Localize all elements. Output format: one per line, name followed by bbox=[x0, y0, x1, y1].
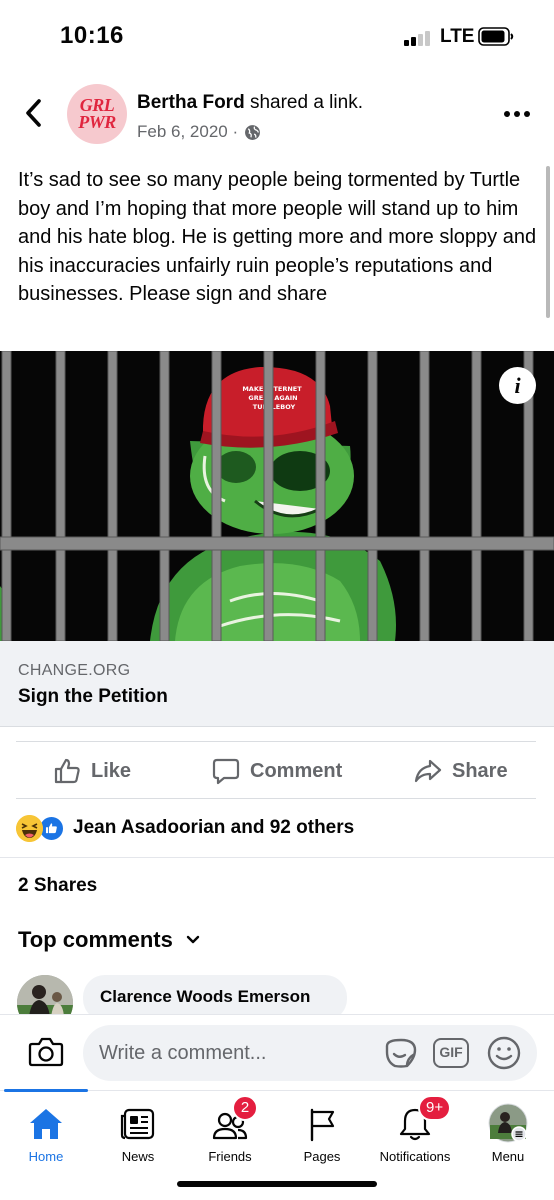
comment-input-container[interactable]: GIF bbox=[83, 1025, 537, 1081]
tab-notifications[interactable]: 9+ Notifications bbox=[368, 1091, 462, 1171]
thumbs-up-icon bbox=[54, 758, 80, 784]
tab-menu[interactable]: Menu bbox=[462, 1091, 554, 1171]
tab-pages[interactable]: Pages bbox=[276, 1091, 368, 1171]
author-line: Bertha Ford shared a link. bbox=[137, 92, 363, 114]
post-date-line: Feb 6, 2020 · bbox=[137, 122, 261, 142]
scrollbar[interactable] bbox=[546, 166, 550, 318]
divider bbox=[16, 798, 536, 799]
haha-reaction-icon bbox=[16, 814, 43, 842]
emoji-icon[interactable] bbox=[486, 1035, 522, 1071]
friends-badge: 2 bbox=[232, 1095, 258, 1121]
profile-menu-icon bbox=[488, 1103, 528, 1143]
home-icon bbox=[30, 1109, 62, 1139]
gif-button[interactable]: GIF bbox=[433, 1038, 469, 1068]
battery-icon bbox=[478, 27, 514, 46]
info-icon[interactable]: i bbox=[499, 367, 536, 404]
back-button[interactable] bbox=[20, 96, 50, 130]
home-indicator[interactable] bbox=[177, 1181, 377, 1187]
reactions-text: Jean Asadoorian and 92 others bbox=[73, 817, 355, 838]
post-date[interactable]: Feb 6, 2020 · bbox=[137, 122, 238, 142]
tab-menu-label: Menu bbox=[491, 1149, 525, 1164]
tab-home-label: Home bbox=[28, 1149, 64, 1164]
network-type: LTE bbox=[440, 26, 475, 47]
comment-author[interactable]: Clarence Woods Emerson bbox=[100, 987, 310, 1007]
hat-text-line3: TURTLEBOY bbox=[253, 403, 296, 411]
tab-news-label: News bbox=[121, 1149, 155, 1164]
top-comments-filter[interactable]: Top comments bbox=[18, 927, 201, 953]
comment-composer: GIF bbox=[0, 1014, 554, 1090]
author-name[interactable]: Bertha Ford bbox=[137, 92, 245, 113]
top-comments-label: Top comments bbox=[18, 927, 173, 952]
comment-input[interactable] bbox=[99, 1037, 369, 1069]
notifications-badge: 9+ bbox=[418, 1095, 452, 1121]
comment-label: Comment bbox=[250, 759, 343, 782]
globe-icon bbox=[245, 124, 261, 140]
author-avatar[interactable]: GRL PWR bbox=[67, 84, 127, 144]
camera-icon[interactable] bbox=[28, 1036, 64, 1068]
tab-friends[interactable]: 2 Friends bbox=[184, 1091, 276, 1171]
shares-count[interactable]: 2 Shares bbox=[18, 875, 97, 897]
link-title: Sign the Petition bbox=[18, 686, 168, 707]
more-options-icon[interactable] bbox=[504, 108, 538, 120]
status-time: 10:16 bbox=[60, 22, 124, 49]
turtle-behind-bars-illustration: MAKE INTERNET GREAT AGAIN TURTLEBOY bbox=[0, 351, 554, 641]
share-button[interactable]: Share bbox=[414, 756, 508, 786]
share-arrow-icon bbox=[414, 759, 442, 783]
news-icon bbox=[120, 1108, 155, 1140]
comment-bubble-icon bbox=[212, 758, 240, 785]
tab-friends-label: Friends bbox=[208, 1149, 252, 1164]
avatar-text-line2: PWR bbox=[78, 112, 116, 132]
post-text: It’s sad to see so many people being tor… bbox=[18, 169, 537, 305]
chevron-down-icon bbox=[186, 935, 200, 944]
like-button[interactable]: Like bbox=[53, 756, 131, 786]
post-header: GRL PWR Bertha Ford shared a link. Feb 6… bbox=[0, 80, 554, 150]
divider bbox=[16, 741, 536, 742]
sticker-icon[interactable] bbox=[383, 1036, 419, 1070]
tab-home[interactable]: Home bbox=[0, 1091, 92, 1171]
tab-pages-label: Pages bbox=[303, 1149, 341, 1164]
like-label: Like bbox=[91, 759, 132, 782]
link-domain: CHANGE.ORG bbox=[18, 662, 131, 679]
status-bar: 10:16 LTE bbox=[0, 0, 554, 72]
comment-button[interactable]: Comment bbox=[212, 756, 342, 786]
post-action-text: shared a link. bbox=[244, 92, 363, 113]
link-caption[interactable]: CHANGE.ORG Sign the Petition bbox=[0, 641, 554, 727]
share-label: Share bbox=[452, 759, 508, 782]
tab-notifications-label: Notifications bbox=[379, 1149, 451, 1164]
tab-news[interactable]: News bbox=[92, 1091, 184, 1171]
reactions-summary[interactable]: Jean Asadoorian and 92 others bbox=[16, 814, 354, 842]
signal-strength-icon bbox=[404, 30, 434, 46]
link-preview-image[interactable]: MAKE INTERNET GREAT AGAIN TURTLEBOY bbox=[0, 351, 554, 641]
divider bbox=[0, 857, 554, 858]
flag-icon bbox=[310, 1108, 335, 1142]
